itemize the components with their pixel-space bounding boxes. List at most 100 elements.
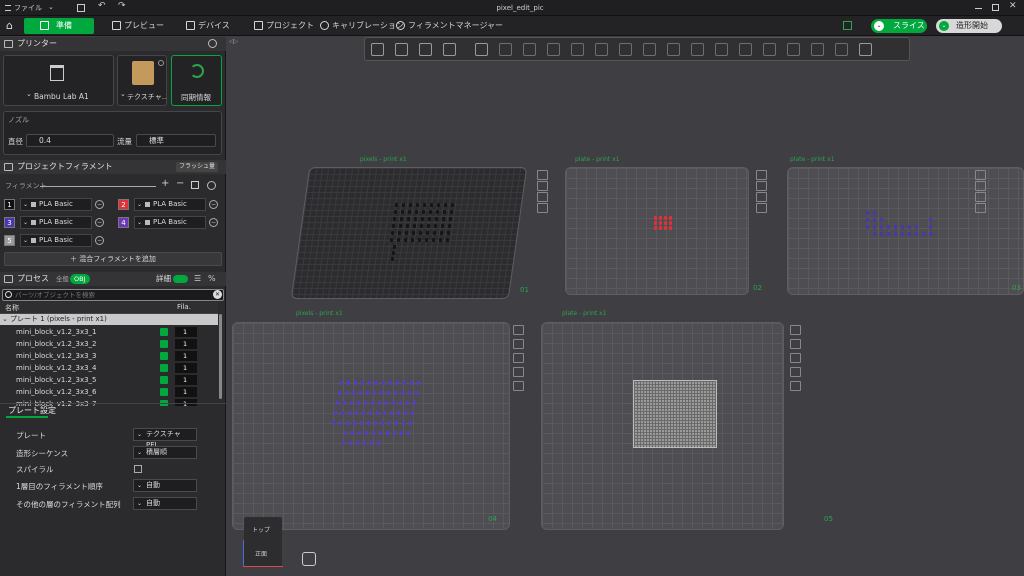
printable-checkbox[interactable] [160, 328, 168, 336]
support-icon[interactable] [619, 43, 632, 56]
pixel-block[interactable] [339, 421, 342, 425]
pixel-block[interactable] [669, 216, 672, 220]
plate-settings-icon[interactable] [790, 381, 801, 391]
pixel-block[interactable] [392, 251, 395, 255]
list-item[interactable]: mini_block_v1.2_3x3_3 1 [0, 350, 218, 362]
scrollbar[interactable] [219, 314, 222, 399]
pixel-block[interactable] [654, 216, 657, 220]
pixel-block[interactable] [385, 401, 388, 405]
pixel-block[interactable] [366, 391, 369, 395]
plate-name[interactable]: pixels - print x1 [360, 156, 407, 163]
file-menu[interactable]: ファイル ⌄ [4, 0, 56, 16]
grid-icon[interactable] [395, 43, 408, 56]
pixel-block[interactable] [334, 411, 337, 415]
pixel-block[interactable] [386, 431, 389, 435]
plate-type-card[interactable]: テクスチャ... ⌄ [117, 55, 167, 106]
pixel-block[interactable] [381, 421, 384, 425]
pixel-block[interactable] [408, 210, 411, 214]
plate-lock-icon[interactable] [537, 203, 548, 213]
printable-checkbox[interactable] [160, 376, 168, 384]
filament-color-chip[interactable]: 5 [4, 235, 15, 246]
pixel-block[interactable] [393, 217, 396, 221]
printable-checkbox[interactable] [160, 388, 168, 396]
pixel-block[interactable] [654, 226, 657, 230]
pixel-block[interactable] [396, 381, 399, 385]
pixel-block[interactable] [352, 391, 355, 395]
remove-filament-icon[interactable]: − [95, 236, 104, 245]
clear-icon[interactable]: ✕ [213, 290, 222, 299]
setting-select[interactable]: ⌄ テクスチャ PEI... [133, 428, 197, 449]
pixel-block[interactable] [369, 411, 372, 415]
pixel-block[interactable] [401, 391, 404, 395]
pixel-block[interactable] [406, 224, 409, 228]
pixel-block[interactable] [371, 401, 374, 405]
pixel-block[interactable] [413, 224, 416, 228]
remove-filament-icon[interactable]: − [95, 200, 104, 209]
plate-settings-title[interactable]: プレート設定 [8, 405, 56, 416]
chevron-down-icon[interactable]: ⌄ [2, 314, 8, 325]
sync-card[interactable]: 同期情報 [171, 55, 222, 106]
pixel-block[interactable] [444, 203, 447, 207]
pixel-block[interactable] [873, 218, 876, 222]
plate-lock-icon[interactable] [756, 203, 767, 213]
build-plate[interactable] [565, 167, 749, 295]
pixel-block[interactable] [929, 225, 932, 229]
pixel-block[interactable] [407, 431, 410, 435]
pixel-block[interactable] [411, 411, 414, 415]
pixel-block[interactable] [380, 391, 383, 395]
remove-filament-icon[interactable]: − [209, 200, 218, 209]
pixel-block[interactable] [354, 381, 357, 385]
paint-icon[interactable] [835, 43, 848, 56]
pixel-block[interactable] [915, 225, 918, 229]
pixel-block[interactable] [432, 238, 435, 242]
pixel-block[interactable] [420, 224, 423, 228]
pixel-block[interactable] [398, 231, 401, 235]
pixel-block[interactable] [365, 431, 368, 435]
pixel-block[interactable] [338, 391, 341, 395]
pixel-block[interactable] [669, 226, 672, 230]
setting-select[interactable]: ⌄ 自動 [133, 479, 197, 492]
tab-calibration[interactable]: キャリブレーション [318, 18, 404, 34]
tab-project[interactable]: プロジェクト [252, 18, 314, 34]
pixel-block[interactable] [450, 210, 453, 214]
pixel-block[interactable] [866, 225, 869, 229]
pixel-block[interactable] [437, 203, 440, 207]
pixel-block[interactable] [887, 232, 890, 236]
pixel-block[interactable] [341, 411, 344, 415]
plate-row[interactable]: ⌄ プレート 1 (pixels - print x1) [0, 314, 218, 325]
pixel-block[interactable] [416, 203, 419, 207]
pixel-block[interactable] [375, 381, 378, 385]
pixel-block[interactable] [378, 401, 381, 405]
gear-icon[interactable] [208, 39, 217, 48]
measure-icon[interactable] [715, 43, 728, 56]
text-icon[interactable] [691, 43, 704, 56]
fit-view-icon[interactable] [302, 552, 316, 566]
pixel-block[interactable] [894, 232, 897, 236]
pixel-block[interactable] [387, 391, 390, 395]
pixel-block[interactable] [364, 401, 367, 405]
pixel-block[interactable] [392, 401, 395, 405]
pixel-block[interactable] [866, 211, 869, 215]
pixel-block[interactable] [894, 225, 897, 229]
pixel-block[interactable] [434, 224, 437, 228]
obj-toggle[interactable]: OBJ [70, 274, 90, 284]
pixel-block[interactable] [415, 210, 418, 214]
pixel-block[interactable] [659, 221, 662, 225]
pixel-block[interactable] [332, 421, 335, 425]
pixel-block[interactable] [880, 232, 883, 236]
tab-prepare[interactable]: 準備 [24, 18, 94, 34]
filament-index[interactable]: 1 [175, 327, 197, 337]
pixel-block[interactable] [360, 421, 363, 425]
plate-lock-icon[interactable] [513, 367, 524, 377]
remove-filament-icon[interactable]: − [95, 218, 104, 227]
chevron-down-icon[interactable]: ⌄ [874, 21, 884, 31]
filament-select[interactable]: ⌄ PLA Basic [20, 198, 92, 211]
search-input[interactable] [15, 290, 205, 300]
split-icon[interactable] [763, 43, 776, 56]
redo-icon[interactable]: ↷ [118, 1, 126, 11]
plate-close-icon[interactable] [790, 325, 801, 335]
tab-device[interactable]: デバイス [184, 18, 230, 34]
pixel-block[interactable] [873, 211, 876, 215]
pixel-block[interactable] [866, 218, 869, 222]
print-button[interactable]: ⌄ 造形開始 [936, 19, 1002, 33]
